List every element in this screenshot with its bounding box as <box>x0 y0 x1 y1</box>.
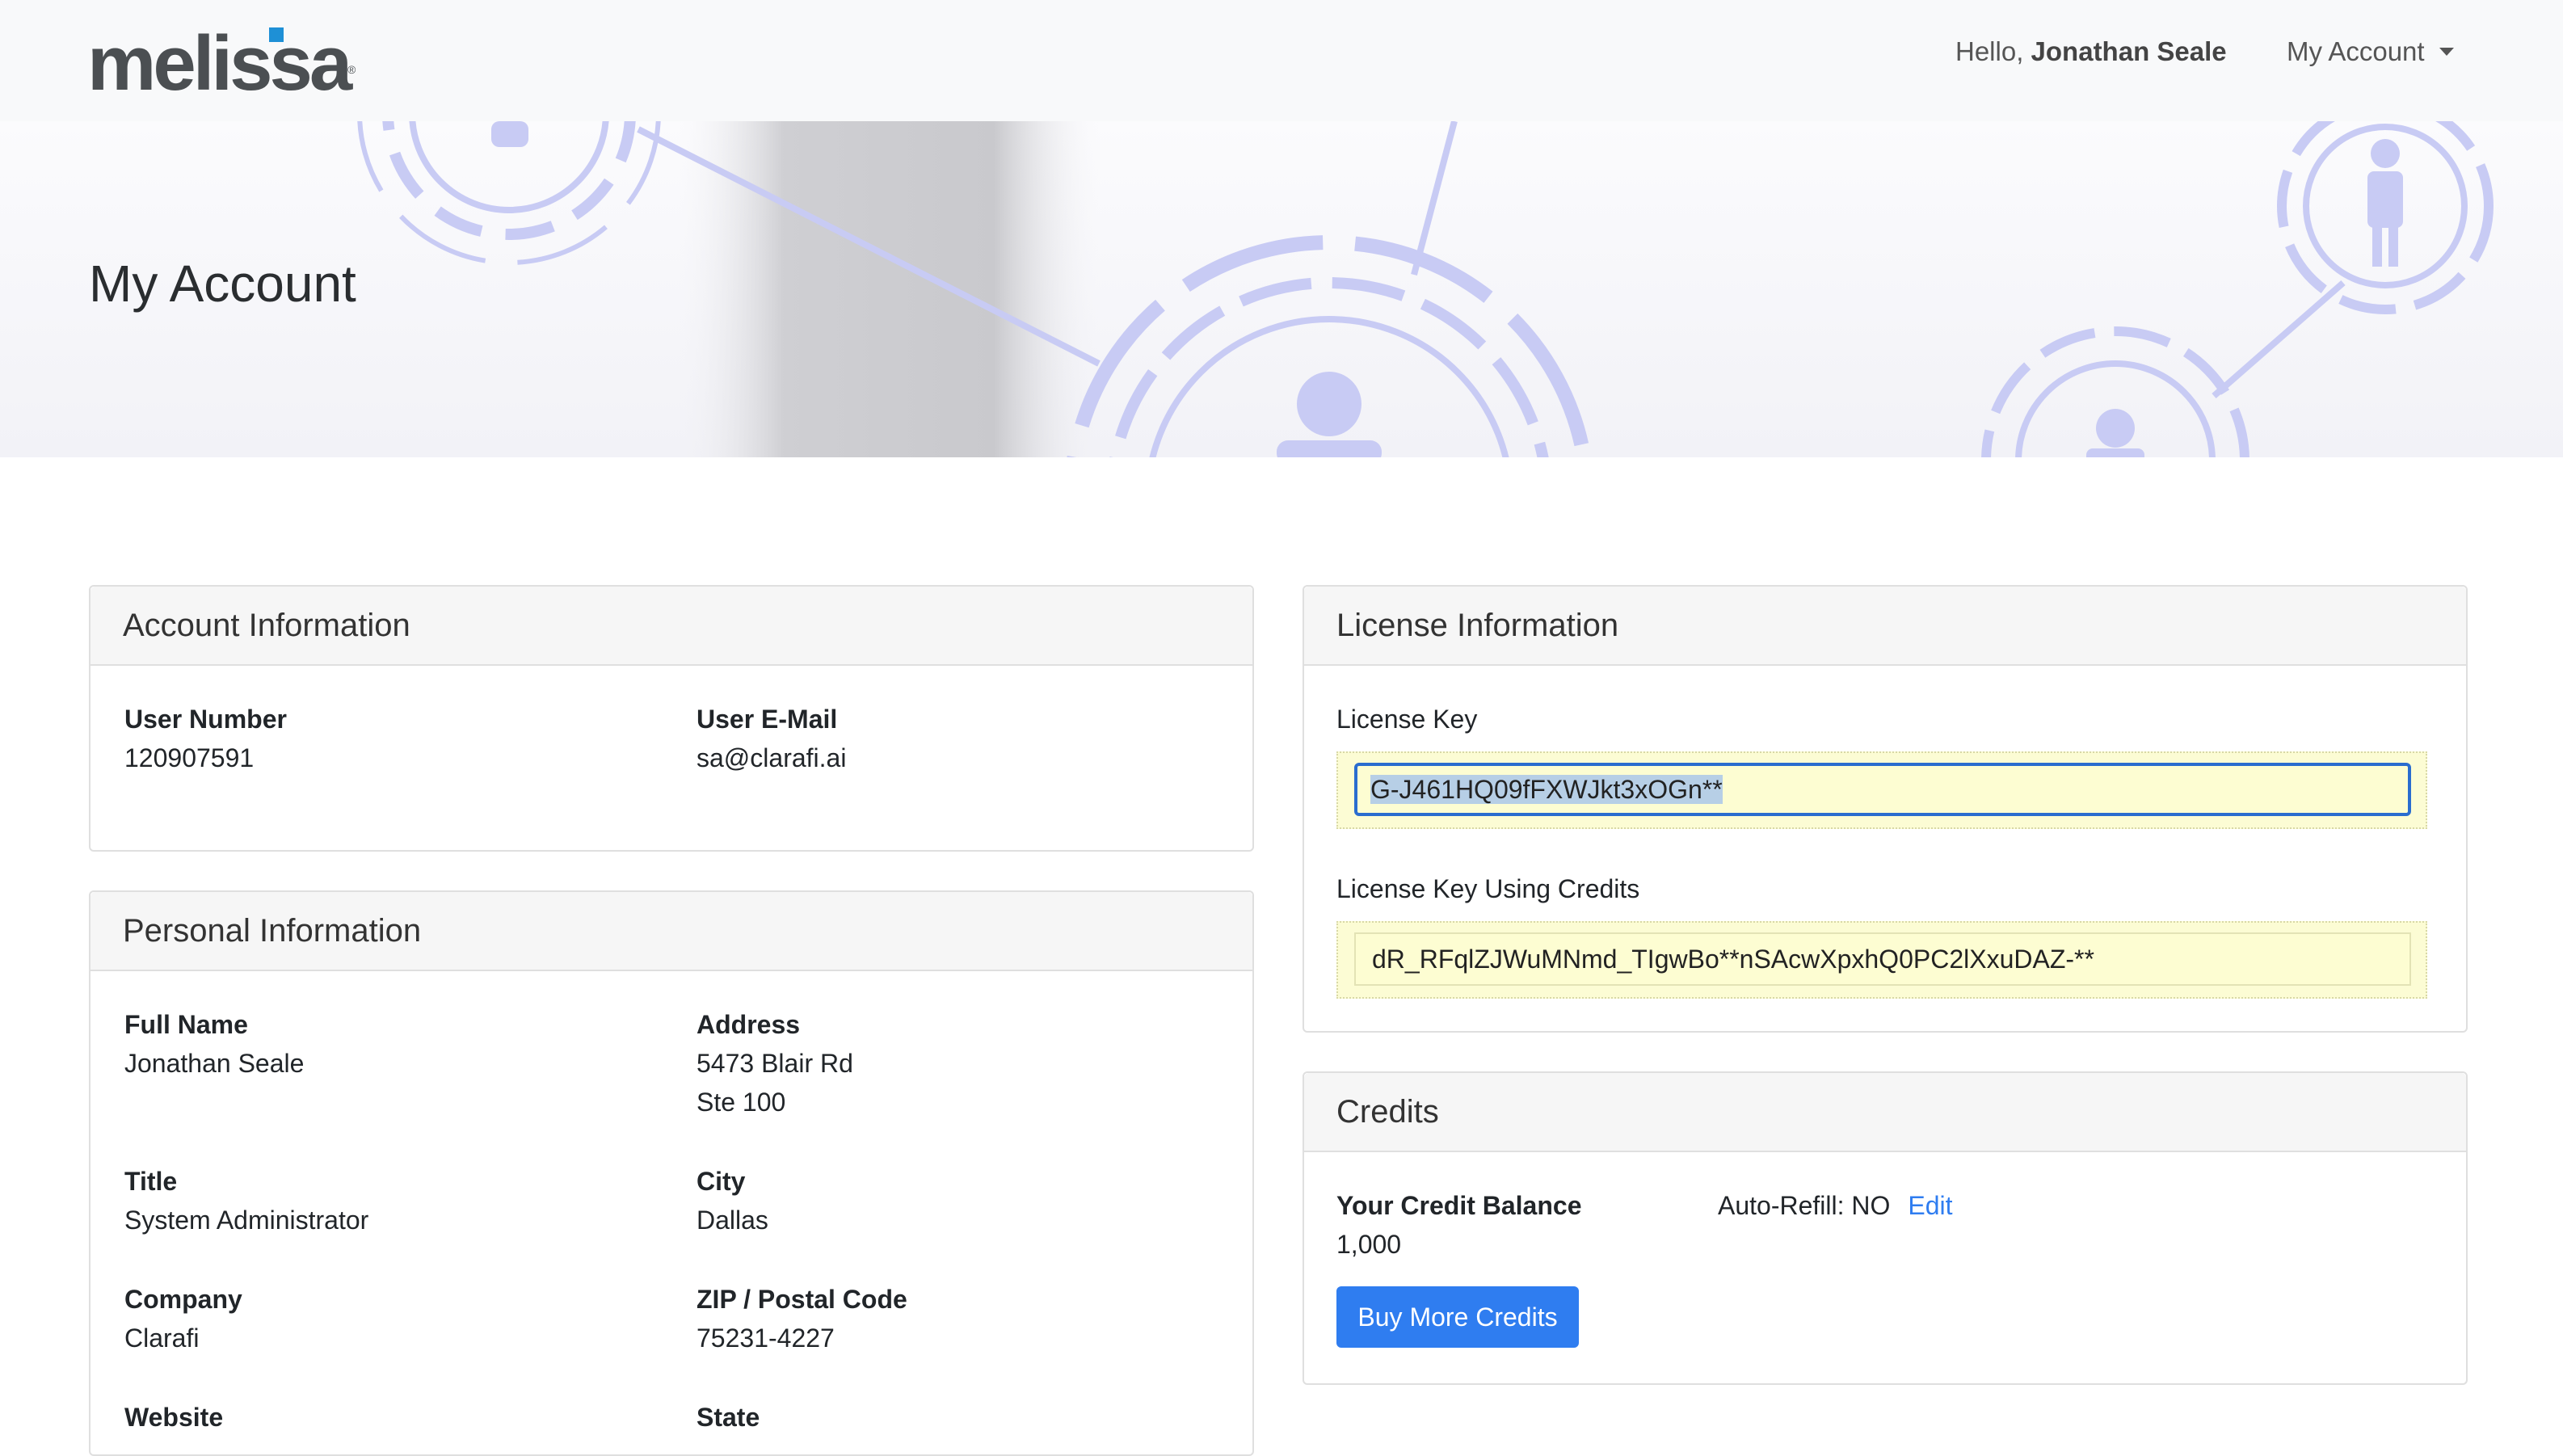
website-label: Website <box>124 1403 224 1432</box>
personal-information-card: Personal Information Full Name Jonathan … <box>89 890 1254 1456</box>
address-field: Address 5473 Blair Rd Ste 100 <box>697 1005 853 1121</box>
title-value: System Administrator <box>124 1206 369 1235</box>
address-label: Address <box>697 1010 801 1039</box>
license-information-card: License Information License Key G-J461HQ… <box>1303 585 2468 1033</box>
license-key-value[interactable]: G-J461HQ09fFXWJkt3xOGn** <box>1370 775 1723 804</box>
zip-label: ZIP / Postal Code <box>697 1285 907 1314</box>
caret-down-icon[interactable] <box>2439 48 2454 56</box>
melissa-logo[interactable]: melissa <box>87 11 352 116</box>
user-email-field: User E-Mail sa@clarafi.ai <box>697 700 846 777</box>
page-title: My Account <box>89 255 356 313</box>
credit-balance-label: Your Credit Balance <box>1336 1191 1582 1220</box>
zip-value: 75231-4227 <box>697 1323 835 1353</box>
license-key-credits-input[interactable]: dR_RFqlZJWuMNmd_TIgwBo**nSAcwXpxhQ0PC2lX… <box>1354 932 2411 986</box>
city-field: City Dallas <box>697 1162 768 1239</box>
full-name-field: Full Name Jonathan Seale <box>124 1005 304 1083</box>
auto-refill-status: Auto-Refill: NO <box>1718 1191 1891 1220</box>
license-key-label: License Key <box>1336 705 1478 734</box>
my-account-label[interactable]: My Account <box>2287 29 2425 74</box>
city-label: City <box>697 1167 746 1196</box>
personal-information-header: Personal Information <box>90 892 1252 971</box>
auto-refill-field: Auto-Refill: NO Edit <box>1718 1186 1953 1225</box>
license-key-credits-value[interactable]: dR_RFqlZJWuMNmd_TIgwBo**nSAcwXpxhQ0PC2lX… <box>1372 945 2094 974</box>
buy-more-credits-button[interactable]: Buy More Credits <box>1336 1286 1579 1348</box>
company-label: Company <box>124 1285 242 1314</box>
user-number-field: User Number 120907591 <box>124 700 287 777</box>
greeting-user-name: Jonathan Seale <box>2031 36 2227 66</box>
logo-dot <box>269 27 284 42</box>
license-key-highlight: G-J461HQ09fFXWJkt3xOGn** <box>1336 751 2427 829</box>
license-information-header: License Information <box>1304 587 2466 666</box>
account-information-card: Account Information User Number 12090759… <box>89 585 1254 852</box>
title-field: Title System Administrator <box>124 1162 368 1239</box>
website-field: Website <box>124 1398 223 1437</box>
my-account-dropdown[interactable]: My Account <box>2287 29 2454 74</box>
top-navbar: melissa ® Hello, Jonathan Seale My Accou… <box>0 0 2563 121</box>
user-number-value: 120907591 <box>124 743 255 772</box>
city-value: Dallas <box>697 1206 768 1235</box>
license-key-credits-highlight: dR_RFqlZJWuMNmd_TIgwBo**nSAcwXpxhQ0PC2lX… <box>1336 921 2427 999</box>
state-field: State <box>697 1398 760 1437</box>
full-name-label: Full Name <box>124 1010 248 1039</box>
credit-balance-value: 1,000 <box>1336 1230 1402 1259</box>
user-email-value: sa@clarafi.ai <box>697 743 847 772</box>
network-illustration <box>357 121 2494 457</box>
address-line1: 5473 Blair Rd <box>697 1049 853 1078</box>
license-key-credits-label: License Key Using Credits <box>1336 874 1640 903</box>
company-field: Company Clarafi <box>124 1280 242 1357</box>
full-name-value: Jonathan Seale <box>124 1049 305 1078</box>
user-email-label: User E-Mail <box>697 705 838 734</box>
page-banner: My Account <box>0 121 2563 457</box>
greeting-text: Hello, <box>1955 36 2024 66</box>
greeting: Hello, Jonathan Seale <box>1955 29 2227 74</box>
account-information-header: Account Information <box>90 587 1252 666</box>
auto-refill-edit-link[interactable]: Edit <box>1908 1191 1952 1220</box>
license-key-input[interactable]: G-J461HQ09fFXWJkt3xOGn** <box>1354 763 2411 816</box>
title-label: Title <box>124 1167 178 1196</box>
zip-field: ZIP / Postal Code 75231-4227 <box>697 1280 907 1357</box>
state-label: State <box>697 1403 760 1432</box>
credits-card: Credits Your Credit Balance 1,000 Auto-R… <box>1303 1071 2468 1385</box>
logo-registered-mark: ® <box>347 63 356 76</box>
user-number-label: User Number <box>124 705 287 734</box>
credit-balance-field: Your Credit Balance 1,000 <box>1336 1186 1581 1264</box>
company-value: Clarafi <box>124 1323 200 1353</box>
address-line2: Ste 100 <box>697 1088 786 1117</box>
credits-header: Credits <box>1304 1073 2466 1152</box>
